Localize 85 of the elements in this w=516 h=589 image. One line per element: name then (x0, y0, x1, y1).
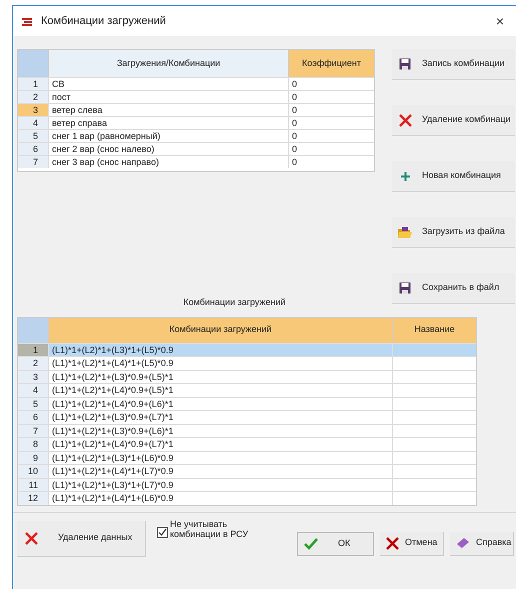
button-label: ОК (338, 536, 350, 550)
row-number[interactable]: 1 (18, 78, 48, 90)
table-cell: СВ (48, 78, 288, 90)
table-cell: 0 (288, 91, 374, 103)
column-header: Название (392, 318, 476, 342)
column-header: Коэффициент (288, 50, 374, 77)
table-row[interactable]: 2 (L1)*1+(L2)*1+(L4)*1+(L5)*0.9 (18, 356, 476, 370)
table-cell: 0 (288, 104, 374, 116)
row-number: 7 (18, 424, 48, 437)
book-icon (456, 537, 470, 549)
table-row[interactable]: 3 (L1)*1+(L2)*1+(L3)*0.9+(L5)*1 (18, 370, 476, 383)
table-row[interactable]: 10 (L1)*1+(L2)*1+(L4)*1+(L7)*0.9 (18, 464, 476, 478)
table-cell: снег 1 вар (равномерный) (48, 130, 288, 142)
button-label: Удаление комбинаци (422, 113, 511, 126)
side-button[interactable]: Запись комбинации (392, 49, 515, 80)
table-row[interactable]: 8 (L1)*1+(L2)*1+(L4)*0.9+(L7)*1 (18, 437, 476, 450)
folder-icon (398, 226, 412, 238)
row-number: 4 (18, 384, 48, 396)
row-number: 11 (18, 478, 48, 491)
table-cell: ветер слева (48, 104, 288, 116)
cross-icon (25, 532, 38, 544)
table-row[interactable]: 1 (L1)*1+(L2)*1+(L3)*1+(L5)*0.9 (18, 342, 476, 356)
window-title: Комбинации загружений (41, 14, 166, 29)
exclude-checkbox[interactable]: Не учитывать комбинации в РСУ (157, 518, 267, 538)
table-row[interactable]: 9 (L1)*1+(L2)*1+(L3)*1+(L6)*0.9 (18, 450, 476, 464)
button-label: Загрузить из файла (422, 225, 505, 238)
row-number[interactable]: 7 (18, 156, 48, 168)
row-number[interactable]: 5 (18, 130, 48, 142)
table-row[interactable]: 7 (L1)*1+(L2)*1+(L3)*0.9+(L6)*1 (18, 424, 476, 437)
table-row[interactable]: 4 (L1)*1+(L2)*1+(L4)*0.9+(L5)*1 (18, 383, 476, 396)
button-label: Удаление данных (58, 531, 132, 544)
row-number: 12 (18, 492, 48, 504)
row-number[interactable]: 3 (18, 104, 48, 116)
table-title: Комбинации загружений (183, 296, 286, 309)
table-cell: 0 (288, 130, 374, 142)
table-cell: 0 (288, 78, 374, 90)
side-button[interactable]: Сохранить в файл (392, 273, 515, 304)
close-button[interactable]: × (496, 10, 508, 32)
row-number[interactable]: 4 (18, 117, 48, 129)
table-row[interactable]: 12 (L1)*1+(L2)*1+(L4)*1+(L6)*0.9 (18, 491, 476, 504)
table-cell: 0 (288, 143, 374, 155)
side-button[interactable]: Загрузить из файла (392, 217, 515, 248)
button-label: Новая комбинация (422, 169, 501, 182)
side-button[interactable]: Новая комбинация (392, 161, 515, 192)
cross-icon (386, 536, 399, 550)
dialog-button[interactable]: Справка (450, 532, 514, 556)
side-button[interactable]: Удаление комбинаци (392, 105, 515, 136)
row-number: 9 (18, 452, 48, 464)
button-label: Справка (476, 536, 512, 550)
row-number: 1 (18, 344, 48, 356)
checkbox[interactable] (157, 526, 168, 538)
dialog-button[interactable]: ОК (297, 532, 374, 556)
app-logo-icon (21, 16, 33, 26)
checkmark-icon (158, 528, 167, 536)
table-cell: 0 (288, 156, 374, 168)
row-number: 3 (18, 370, 48, 383)
table-cell: (L1)*1+(L2)*1+(L4)*1+(L6)*0.9 (48, 492, 392, 504)
plus-icon (400, 172, 410, 180)
table-cell: 0 (288, 117, 374, 129)
row-number[interactable]: 2 (18, 91, 48, 103)
table-row[interactable]: 5 (L1)*1+(L2)*1+(L4)*0.9+(L6)*1 (18, 396, 476, 410)
row-number[interactable]: 6 (18, 143, 48, 155)
row-number: 8 (18, 438, 48, 450)
table-cell: пост (48, 91, 288, 103)
table-corner (18, 50, 48, 77)
cross-icon (398, 114, 412, 126)
row-number: 10 (18, 465, 48, 478)
column-header: Загружения/Комбинации (48, 50, 288, 77)
delete-data-button[interactable]: Удаление данных (17, 520, 146, 556)
table-corner (18, 318, 48, 342)
table-cell: снег 2 вар (снос налево) (48, 143, 288, 155)
button-label: Отмена (405, 536, 438, 550)
row-number: 2 (18, 357, 48, 370)
row-number: 6 (18, 411, 48, 424)
column-header: Комбинации загружений (48, 318, 392, 342)
checkmark-icon (304, 538, 318, 550)
table-cell: ветер справа (48, 117, 288, 129)
button-label: Сохранить в файл (422, 281, 500, 294)
table-row[interactable]: 11 (L1)*1+(L2)*1+(L3)*1+(L7)*0.9 (18, 478, 476, 491)
table-cell: снег 3 вар (снос направо) (48, 156, 288, 168)
row-number: 5 (18, 398, 48, 410)
button-label: Запись комбинации (422, 57, 505, 70)
table-row[interactable]: 6 (L1)*1+(L2)*1+(L3)*0.9+(L7)*1 (18, 410, 476, 424)
dialog-button[interactable]: Отмена (380, 532, 444, 556)
checkbox-label: Не учитывать комбинации в РСУ (170, 518, 250, 538)
